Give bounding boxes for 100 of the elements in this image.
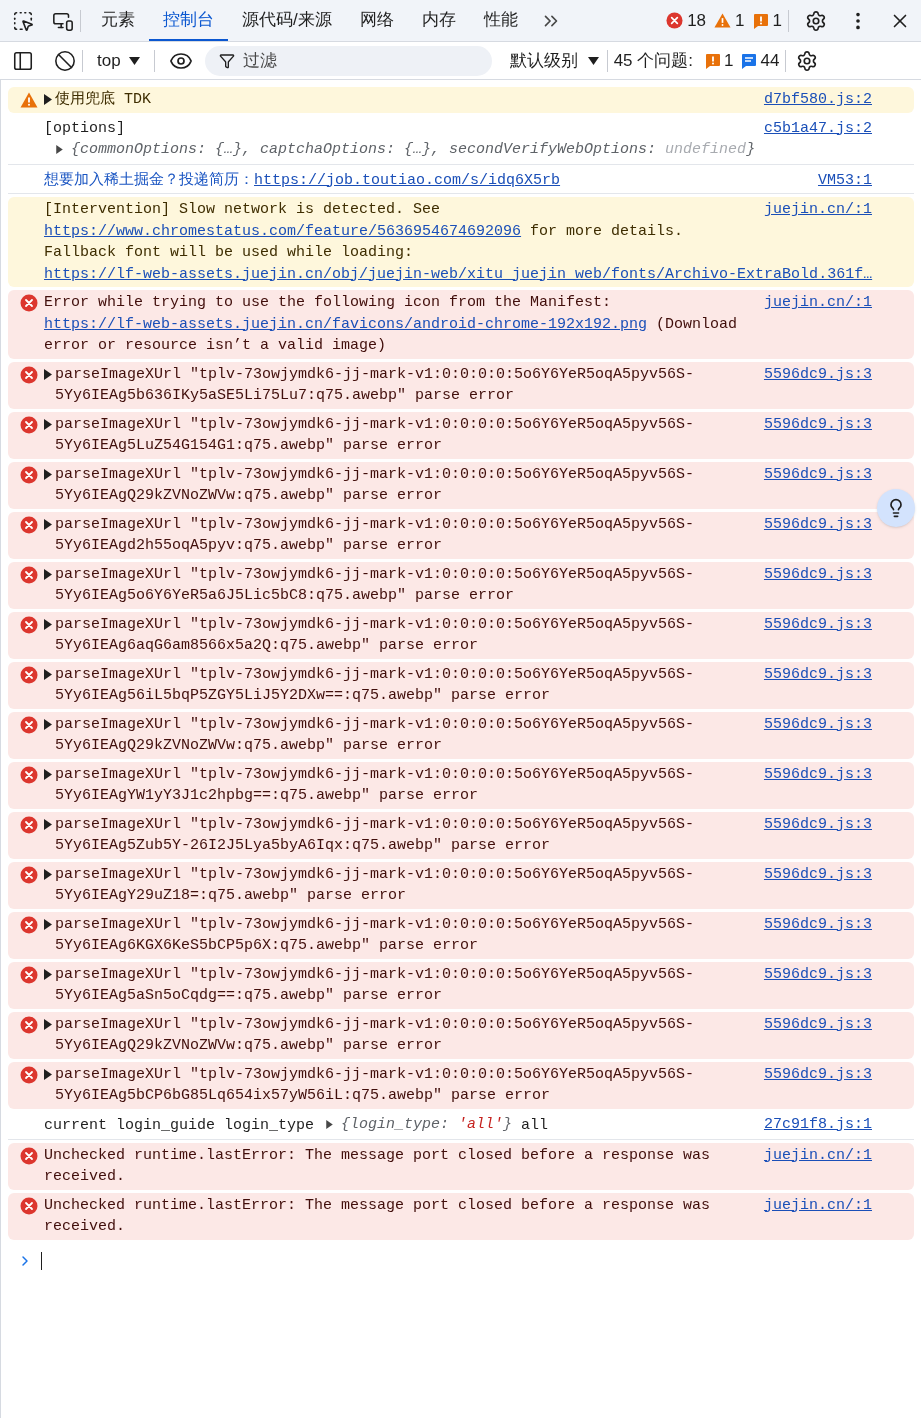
message-text: parseImageXUrl "tplv-73owjymdk6-jj-mark-v1:0:0:0:0:5o6Y6YeR5oqA5pyv56S-5Yy6IEAg5b636IKy5aSE5Li75Lu7:q75.awebp" parse error: [55, 365, 695, 405]
message-text: all: [520, 1117, 549, 1134]
message-icon: [741, 52, 758, 69]
error-icon: [20, 965, 38, 984]
issues-label: 45 个问题:: [613, 49, 693, 72]
error-icon: [20, 515, 38, 534]
message-text: parseImageXUrl "tplv-73owjymdk6-jj-mark-v1:0:0:0:0:5o6Y6YeR5oqA5pyv56S-5Yy6IEAgd2h55oqA5pyv:q75.awebp" parse error: [55, 515, 695, 555]
filter-field[interactable]: 过滤: [204, 45, 492, 76]
error-icon: [20, 1015, 38, 1034]
error-icon: [20, 465, 38, 484]
source-link[interactable]: 5596dc9.js:3: [763, 1063, 872, 1086]
error-icon: [20, 294, 38, 313]
message-text: Unchecked runtime.lastError: The message port closed before a response was received.: [44, 1196, 711, 1235]
issue-icon: [705, 52, 721, 69]
object-preview: {commonOptions: {…}, captchaOptions: {…}, secondVerifyWebOptions: undefined}: [71, 140, 756, 160]
panel-tab[interactable]: 内存: [407, 0, 470, 41]
source-link[interactable]: 5596dc9.js:3: [763, 763, 872, 786]
panel-tab[interactable]: 性能: [469, 0, 532, 41]
source-link[interactable]: 5596dc9.js:3: [763, 463, 872, 486]
message-text: [Intervention] Slow network is detected. See https://www.chromestatus.com/feature/5636954674692096 for more details. Fallback font will be used while loading:: [44, 201, 684, 262]
message-text: 想要加入稀土掘金？投递简历：https://job.toutiao.com/s/idq6X5rb: [44, 171, 561, 189]
source-link[interactable]: 5596dc9.js:3: [763, 613, 872, 636]
dropdown-caret-icon: [128, 56, 140, 65]
error-icon: [20, 715, 38, 734]
error-count: 18: [687, 9, 707, 32]
url-link[interactable]: https://www.chromestatus.com/feature/5636954674692096: [44, 222, 522, 240]
error-icon: [666, 12, 684, 29]
url-link[interactable]: https://job.toutiao.com/s/idq6X5rb: [254, 171, 561, 189]
text-cursor[interactable]: [41, 1251, 42, 1270]
source-link[interactable]: 5596dc9.js:3: [763, 863, 872, 886]
issue-icon: [752, 12, 769, 29]
message-text: parseImageXUrl "tplv-73owjymdk6-jj-mark-v1:0:0:0:0:5o6Y6YeR5oqA5pyv56S-5Yy6IEAgY29uZ18=:q75.awebp" parse error: [55, 865, 695, 905]
error-icon: [20, 415, 38, 434]
source-link[interactable]: d7bf580.js:2: [763, 89, 872, 111]
source-link[interactable]: 5596dc9.js:3: [763, 563, 872, 586]
object-preview: {login_type: 'all'}: [341, 1114, 513, 1135]
expand-triangle-icon[interactable]: [56, 145, 63, 155]
source-link[interactable]: 5596dc9.js:3: [763, 963, 872, 986]
error-icon: [20, 765, 38, 784]
source-link[interactable]: 5596dc9.js:3: [763, 1013, 872, 1036]
sidebar-toggle-icon[interactable]: [12, 49, 34, 72]
warning-icon: [20, 91, 38, 109]
message-text: current login_guide login_type: [44, 1117, 315, 1134]
inspect-element-icon[interactable]: [12, 9, 34, 32]
log-level-dropdown[interactable]: 默认级别: [507, 47, 601, 74]
message-text: parseImageXUrl "tplv-73owjymdk6-jj-mark-v1:0:0:0:0:5o6Y6YeR5oqA5pyv56S-5Yy6IEAgQ29kZVNoZWVw:q75.awebp" parse error: [55, 465, 695, 505]
url-link[interactable]: https://lf-web-assets.juejin.cn/favicons/android-chrome-192x192.png: [44, 315, 648, 333]
source-link[interactable]: juejin.cn/:1: [763, 292, 872, 314]
source-link[interactable]: juejin.cn/:1: [763, 1144, 872, 1166]
error-icon: [20, 615, 38, 634]
source-link[interactable]: 5596dc9.js:3: [763, 813, 872, 836]
console-settings-icon[interactable]: [796, 49, 819, 72]
message-text: parseImageXUrl "tplv-73owjymdk6-jj-mark-v1:0:0:0:0:5o6Y6YeR5oqA5pyv56S-5Yy6IEAg5Zub5Y-26I2J5Lya5byA6Iqx:q75.awebp" parse error: [55, 815, 695, 855]
issue-warning-count: 1: [724, 49, 734, 72]
expand-triangle-icon[interactable]: [326, 1120, 334, 1129]
error-icon: [20, 565, 38, 584]
source-link[interactable]: 5596dc9.js:3: [763, 663, 872, 686]
source-link[interactable]: 5596dc9.js:3: [763, 913, 872, 936]
panel-tab[interactable]: 元素: [87, 0, 149, 41]
source-link[interactable]: juejin.cn/:1: [763, 199, 872, 221]
message-text: [options]: [44, 119, 125, 137]
settings-icon[interactable]: [805, 9, 827, 32]
source-link[interactable]: 5596dc9.js:3: [763, 513, 872, 536]
message-text: parseImageXUrl "tplv-73owjymdk6-jj-mark-v1:0:0:0:0:5o6Y6YeR5oqA5pyv56S-5Yy6IEAg5LuZ54G154G1:q75.awebp" parse error: [55, 415, 695, 455]
message-text: Error while trying to use the following icon from the Manifest: https://lf-web-assets.juejin.cn/favicons/android-chrome-192x192.png (Download error or resource isn’t a valid image): [44, 294, 738, 355]
error-icon: [20, 815, 38, 834]
error-icon: [20, 1146, 38, 1165]
error-icon: [20, 365, 38, 384]
issue-info-count: 44: [760, 49, 780, 72]
issue-count: 1: [772, 9, 782, 32]
source-link[interactable]: c5b1a47.js:2: [763, 117, 872, 139]
error-icon: [20, 865, 38, 884]
filter-icon: [218, 52, 235, 69]
error-icon: [20, 665, 38, 684]
url-link[interactable]: https://lf-web-assets.juejin.cn/obj/juejin-web/xitu_juejin_web/fonts/Archivo-ExtraBold.361f…: [44, 265, 873, 283]
source-link[interactable]: 5596dc9.js:3: [763, 713, 872, 736]
source-link[interactable]: juejin.cn/:1: [763, 1194, 872, 1216]
message-text: parseImageXUrl "tplv-73owjymdk6-jj-mark-v1:0:0:0:0:5o6Y6YeR5oqA5pyv56S-5Yy6IEAg6KGX6KeS5bCP5p6X:q75.awebp" parse error: [55, 915, 695, 955]
dropdown-caret-icon: [587, 56, 599, 65]
message-text: parseImageXUrl "tplv-73owjymdk6-jj-mark-v1:0:0:0:0:5o6Y6YeR5oqA5pyv56S-5Yy6IEAg5o6Y6YeR5a6J5Lic5bC8:q75.awebp" parse error: [55, 565, 695, 605]
source-link[interactable]: 5596dc9.js:3: [763, 413, 872, 436]
panel-tab[interactable]: 控制台: [149, 0, 228, 41]
panel-tab[interactable]: 源代码/来源: [228, 0, 346, 41]
source-link[interactable]: 5596dc9.js:3: [763, 363, 872, 386]
clear-console-icon[interactable]: [54, 49, 76, 72]
panel-tab[interactable]: 网络: [345, 0, 408, 41]
message-text: parseImageXUrl "tplv-73owjymdk6-jj-mark-v1:0:0:0:0:5o6Y6YeR5oqA5pyv56S-5Yy6IEAg5aSn5oCqdg==:q75.awebp" parse error: [55, 965, 695, 1005]
context-dropdown[interactable]: top: [89, 47, 148, 74]
source-link[interactable]: 27c91f8.js:1: [763, 1113, 872, 1136]
message-text: parseImageXUrl "tplv-73owjymdk6-jj-mark-v1:0:0:0:0:5o6Y6YeR5oqA5pyv56S-5Yy6IEAg56iL5bqP5ZGY5LiJ5Y2DXw==:q75.awebp" parse error: [55, 665, 695, 705]
message-text: 使用兜底 TDK: [55, 91, 151, 108]
error-icon: [20, 1196, 38, 1215]
warning-icon: [714, 12, 732, 29]
source-link[interactable]: VM53:1: [818, 169, 872, 192]
error-icon: [20, 915, 38, 934]
error-icon: [20, 1065, 38, 1084]
message-text: Unchecked runtime.lastError: The message port closed before a response was received.: [44, 1146, 711, 1185]
warning-count: 1: [735, 9, 745, 32]
message-text: parseImageXUrl "tplv-73owjymdk6-jj-mark-v1:0:0:0:0:5o6Y6YeR5oqA5pyv56S-5Yy6IEAg6aqG6am8566x5a2Q:q75.awebp" parse error: [55, 615, 695, 655]
message-text: parseImageXUrl "tplv-73owjymdk6-jj-mark-v1:0:0:0:0:5o6Y6YeR5oqA5pyv56S-5Yy6IEAgYW1yY3J1c2hpbg==:q75.awebp" parse error: [55, 765, 695, 805]
